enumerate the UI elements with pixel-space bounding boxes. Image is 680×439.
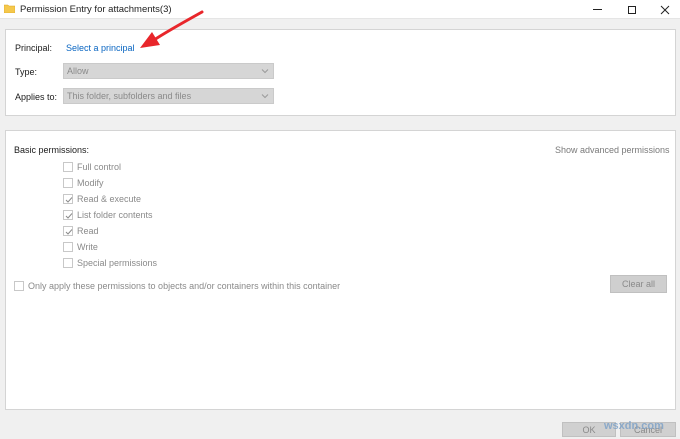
type-value: Allow [67, 66, 89, 76]
checkbox-checked[interactable] [63, 210, 73, 220]
title-bar: Permission Entry for attachments(3) [0, 0, 680, 19]
permission-read[interactable]: Read [63, 225, 99, 237]
permission-label: Modify [77, 178, 104, 188]
checkbox[interactable] [63, 178, 73, 188]
checkmark-icon [65, 213, 73, 219]
permission-label: Full control [77, 162, 122, 172]
applies-to-value: This folder, subfolders and files [67, 91, 192, 101]
checkmark-icon [65, 229, 73, 235]
checkbox[interactable] [63, 258, 73, 268]
checkbox-checked[interactable] [63, 194, 73, 204]
chevron-down-icon [261, 94, 269, 99]
chevron-down-icon [261, 69, 269, 74]
permission-modify[interactable]: Modify [63, 177, 104, 189]
permission-label: Special permissions [77, 258, 158, 268]
permission-label: Read & execute [77, 194, 142, 204]
permission-label: Write [77, 242, 98, 252]
permission-label: List folder contents [77, 210, 153, 220]
type-label: Type: [15, 67, 38, 77]
only-apply-option[interactable]: Only apply these permissions to objects … [14, 281, 340, 291]
permissions-panel: Basic permissions: Show advanced permiss… [5, 130, 676, 410]
close-button[interactable] [648, 0, 680, 19]
permission-read-execute[interactable]: Read & execute [63, 193, 141, 205]
select-principal-link[interactable]: Select a principal [66, 43, 135, 53]
show-advanced-permissions-link[interactable]: Show advanced permissions [555, 145, 670, 155]
maximize-icon [628, 5, 636, 14]
principal-panel: Principal: Select a principal Type: Allo… [5, 29, 676, 116]
permission-write[interactable]: Write [63, 241, 98, 253]
watermark: wsxdn.com [604, 420, 664, 432]
permission-list-folder-contents[interactable]: List folder contents [63, 209, 153, 221]
close-icon [660, 5, 670, 14]
checkbox[interactable] [14, 281, 24, 291]
folder-icon [4, 4, 15, 13]
permission-special[interactable]: Special permissions [63, 257, 157, 269]
maximize-button[interactable] [615, 0, 649, 19]
permission-full-control[interactable]: Full control [63, 161, 121, 173]
checkbox[interactable] [63, 242, 73, 252]
minimize-icon [592, 9, 602, 10]
applies-to-dropdown[interactable]: This folder, subfolders and files [63, 88, 274, 104]
only-apply-label: Only apply these permissions to objects … [28, 281, 341, 291]
red-arrow-annotation [140, 10, 204, 48]
checkbox[interactable] [63, 162, 73, 172]
checkbox-checked[interactable] [63, 226, 73, 236]
clear-all-button[interactable]: Clear all [610, 275, 667, 293]
permission-label: Read [77, 226, 99, 236]
basic-permissions-heading: Basic permissions: [14, 145, 90, 155]
type-dropdown[interactable]: Allow [63, 63, 274, 79]
minimize-button[interactable] [580, 0, 614, 19]
applies-to-label: Applies to: [15, 92, 58, 102]
principal-label: Principal: [15, 43, 53, 53]
checkmark-icon [65, 197, 73, 203]
